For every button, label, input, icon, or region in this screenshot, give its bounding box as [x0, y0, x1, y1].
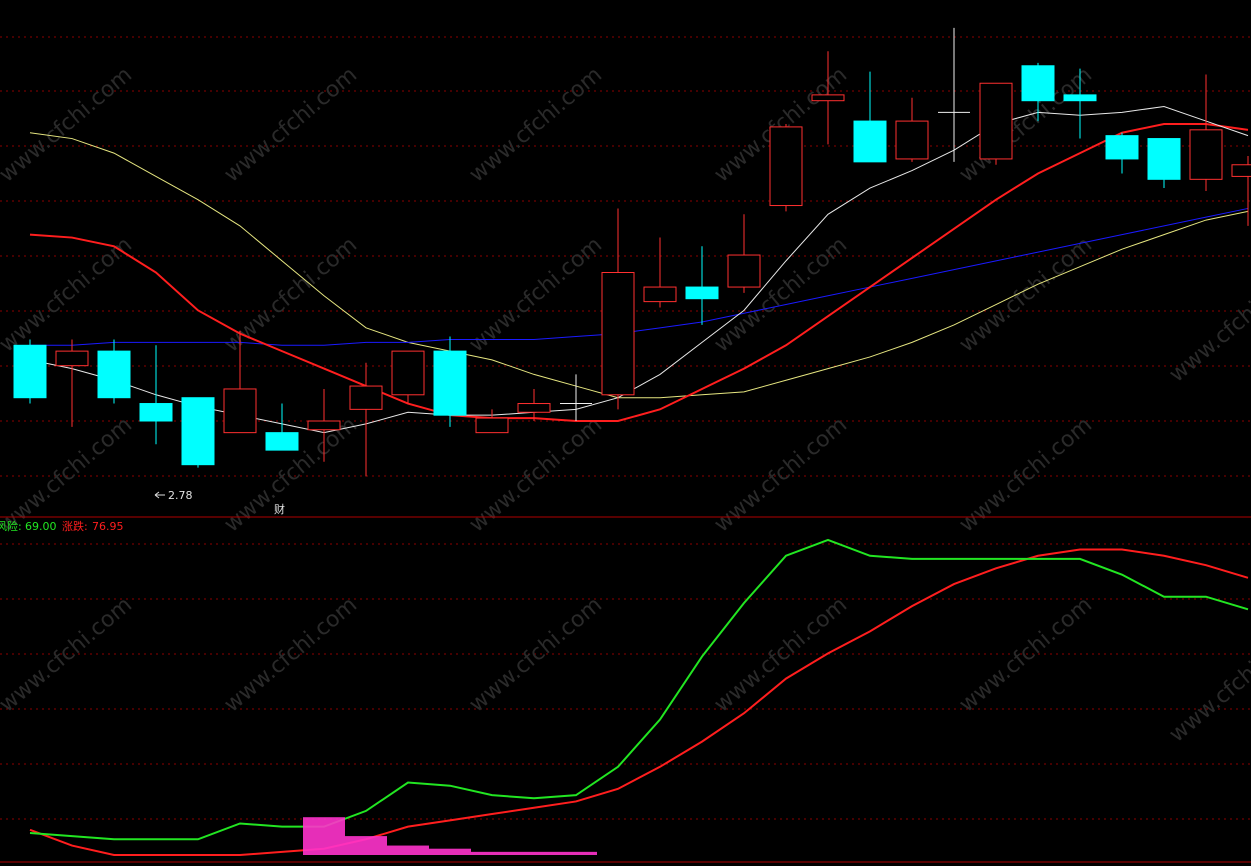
histogram-bar: [513, 851, 555, 855]
candle: [13, 339, 47, 404]
candle-body: [181, 397, 215, 466]
candle-body: [475, 417, 509, 434]
candle-body: [643, 286, 677, 303]
risk-label: 风险:: [0, 519, 22, 533]
histogram-bar: [303, 817, 345, 855]
candle-body: [55, 350, 89, 367]
rise-label: 涨跌:: [62, 519, 88, 533]
candle-body: [97, 350, 131, 399]
histogram-bar: [429, 848, 471, 855]
candle-body: [1063, 94, 1097, 102]
histogram-bar: [555, 851, 597, 855]
candle-body: [139, 403, 173, 422]
risk-value: 69.00: [25, 520, 57, 533]
candle: [979, 82, 1013, 165]
candle-body: [685, 286, 719, 300]
candle-body: [307, 420, 341, 431]
low-price-label: 2.78: [168, 489, 193, 502]
candle-body: [895, 120, 929, 160]
stock-chart: www.cfchi.com www.cfchi.com www.cfchi.com w…: [0, 0, 1251, 866]
candle-body: [1189, 129, 1223, 180]
event-marker-label: 财: [274, 502, 285, 516]
candle-body: [517, 403, 551, 413]
candle-body: [349, 385, 383, 410]
candle-body: [601, 272, 635, 396]
candle-body: [979, 82, 1013, 160]
candle-body: [223, 388, 257, 434]
histogram-bar: [387, 845, 429, 855]
candle: [769, 124, 803, 212]
candle-body: [1021, 65, 1055, 102]
candle-body: [727, 254, 761, 288]
candle-body: [433, 350, 467, 416]
candle-body: [1105, 135, 1139, 160]
indicator-legend: 风险: 69.00 涨跌: 76.95: [0, 519, 124, 533]
histogram-bar: [471, 851, 513, 855]
rise-value: 76.95: [92, 520, 124, 533]
candle: [181, 397, 215, 468]
candle-body: [811, 94, 845, 102]
candle-body: [769, 126, 803, 207]
candle-body: [265, 432, 299, 451]
candle-body: [853, 120, 887, 163]
candle-body: [13, 344, 47, 399]
candle-body: [1231, 164, 1251, 177]
candle-body: [1147, 138, 1181, 180]
histogram-bar: [345, 836, 387, 855]
candle-body: [391, 350, 425, 396]
